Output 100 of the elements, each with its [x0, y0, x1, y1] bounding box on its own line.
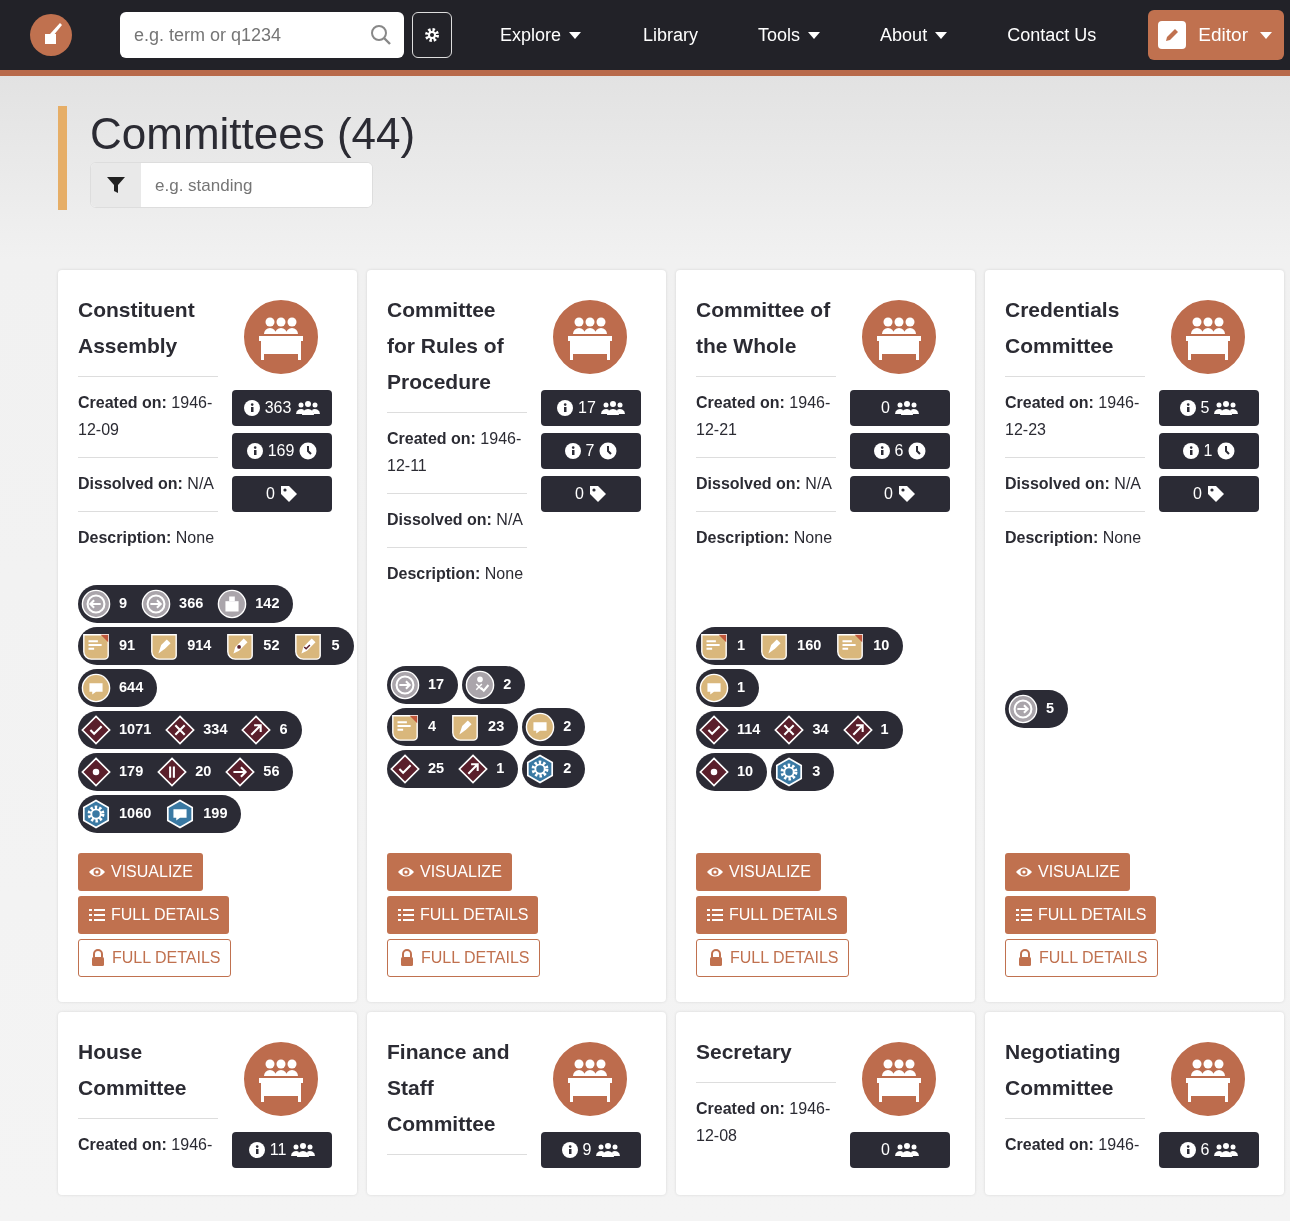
- circle-arrow-left-icon: [81, 589, 111, 619]
- editor-button[interactable]: Editor: [1148, 10, 1284, 60]
- count-text: 52: [263, 636, 280, 656]
- document-plus-icon: [390, 712, 420, 742]
- count-text: 160: [797, 636, 822, 656]
- field-text: Description: None: [78, 528, 216, 548]
- full-details-button[interactable]: FULL DETAILS: [387, 896, 539, 934]
- count-text: 1: [737, 636, 746, 656]
- speech-bubble-icon: [699, 673, 729, 703]
- members-count-badge: 363: [232, 390, 332, 426]
- count-text: 20: [195, 762, 212, 782]
- committee-avatar-icon: [860, 1040, 938, 1118]
- count-text: 199: [203, 804, 228, 824]
- count-text: 1060: [119, 804, 152, 824]
- card-title: Negotiating Committee: [1005, 1032, 1145, 1119]
- people-icon: [296, 400, 321, 416]
- people-icon: [894, 400, 919, 416]
- circle-arrow-right-icon: [141, 589, 172, 619]
- settings-button[interactable]: [412, 12, 452, 58]
- count-text: 25: [428, 759, 445, 779]
- tag-icon: [279, 485, 298, 503]
- members-count-badge: 0: [850, 390, 950, 426]
- clock-icon: [299, 442, 318, 460]
- page-title: Committees (44): [90, 110, 417, 159]
- count-text: 34: [812, 720, 829, 740]
- card-title: House Committee: [78, 1032, 218, 1119]
- gear-icon: [81, 799, 111, 829]
- tag-icon: [588, 485, 607, 503]
- members-count-badge: 17: [541, 390, 641, 426]
- visualize-button[interactable]: VISUALIZE: [696, 853, 821, 891]
- count-text: 1071: [119, 720, 152, 740]
- diamond-arrow-icon: [458, 754, 489, 784]
- field-text: Created on: 1946-: [78, 1135, 214, 1155]
- count-text: 644: [119, 678, 144, 698]
- full-details-button[interactable]: FULL DETAILS: [387, 939, 541, 977]
- events-count-badge: 7: [541, 433, 641, 469]
- field-text: Dissolved on: N/A: [696, 458, 836, 512]
- diamond-check-icon: [699, 715, 729, 745]
- people-icon: [894, 1142, 919, 1158]
- gear-icon: [525, 754, 556, 784]
- committee-avatar-icon: [860, 298, 938, 376]
- count-text: 5: [331, 636, 340, 656]
- speech-bubble-icon: [525, 712, 556, 742]
- visualize-button[interactable]: VISUALIZE: [1005, 853, 1130, 891]
- count-text: 4: [428, 717, 437, 737]
- count-text: 2: [563, 759, 572, 779]
- full-details-button[interactable]: FULL DETAILS: [696, 896, 848, 934]
- full-details-button[interactable]: FULL DETAILS: [696, 939, 850, 977]
- people-icon: [600, 400, 625, 416]
- committee-avatar-icon: [551, 298, 629, 376]
- ballot-box-icon: [217, 589, 248, 619]
- committee-avatar-icon: [551, 1040, 629, 1118]
- field-text: Dissolved on: N/A: [1005, 458, 1145, 512]
- dropdown-menu-link[interactable]: About: [880, 21, 948, 49]
- diamond-arrow-icon: [241, 715, 272, 745]
- count-text: 914: [187, 636, 212, 656]
- card-title: Committee of the Whole: [696, 290, 836, 377]
- card-title: Finance and Staff Committee: [387, 1032, 527, 1155]
- circle-arrow-right-icon: [390, 670, 420, 700]
- tags-count-badge: 0: [850, 476, 950, 512]
- person-check-icon: [465, 670, 496, 700]
- document-check-icon: [835, 631, 866, 661]
- full-details-button[interactable]: FULL DETAILS: [1005, 939, 1159, 977]
- pencil-check-icon: [293, 631, 324, 661]
- full-details-button[interactable]: FULL DETAILS: [1005, 896, 1157, 934]
- card-title: Constituent Assembly: [78, 290, 218, 377]
- members-count-badge: 0: [850, 1132, 950, 1168]
- count-text: 334: [203, 720, 228, 740]
- count-text: 91: [119, 636, 136, 656]
- tags-count-badge: 0: [1159, 476, 1259, 512]
- field-text: Created on: 1946-12-21: [696, 377, 836, 458]
- visualize-button[interactable]: VISUALIZE: [78, 853, 203, 891]
- nav-link[interactable]: Library: [643, 21, 699, 49]
- count-text: 17: [428, 675, 445, 695]
- events-count-badge: 169: [232, 433, 332, 469]
- nav-link[interactable]: Contact Us: [1007, 21, 1097, 49]
- search-field[interactable]: e.g. term or q1234: [120, 12, 404, 58]
- list-icon: [1015, 906, 1033, 924]
- count-text: 1: [496, 759, 505, 779]
- settings-icon: [423, 26, 441, 44]
- field-text: Created on: 1946-12-09: [78, 377, 218, 458]
- count-text: 1: [880, 720, 889, 740]
- diamond-arrow-right-icon: [225, 757, 256, 787]
- count-text: 142: [255, 594, 280, 614]
- pen-nib-icon: [149, 631, 180, 661]
- committee-avatar-icon: [242, 298, 320, 376]
- filter-field[interactable]: e.g. standing: [90, 162, 373, 209]
- count-text: 1: [737, 678, 746, 698]
- count-text: 5: [1046, 699, 1055, 719]
- count-text: 6: [279, 720, 288, 740]
- lock-icon: [1016, 949, 1034, 967]
- full-details-button[interactable]: FULL DETAILS: [78, 896, 230, 934]
- committee-avatar-icon: [242, 1040, 320, 1118]
- dropdown-menu-link[interactable]: Explore: [500, 21, 582, 49]
- dropdown-menu-link[interactable]: Tools: [758, 21, 821, 49]
- field-text: Created on: 1946-: [1005, 1135, 1141, 1155]
- visualize-button[interactable]: VISUALIZE: [387, 853, 512, 891]
- full-details-button[interactable]: FULL DETAILS: [78, 939, 232, 977]
- document-plus-icon: [81, 631, 111, 661]
- pen-nib-icon: [759, 631, 790, 661]
